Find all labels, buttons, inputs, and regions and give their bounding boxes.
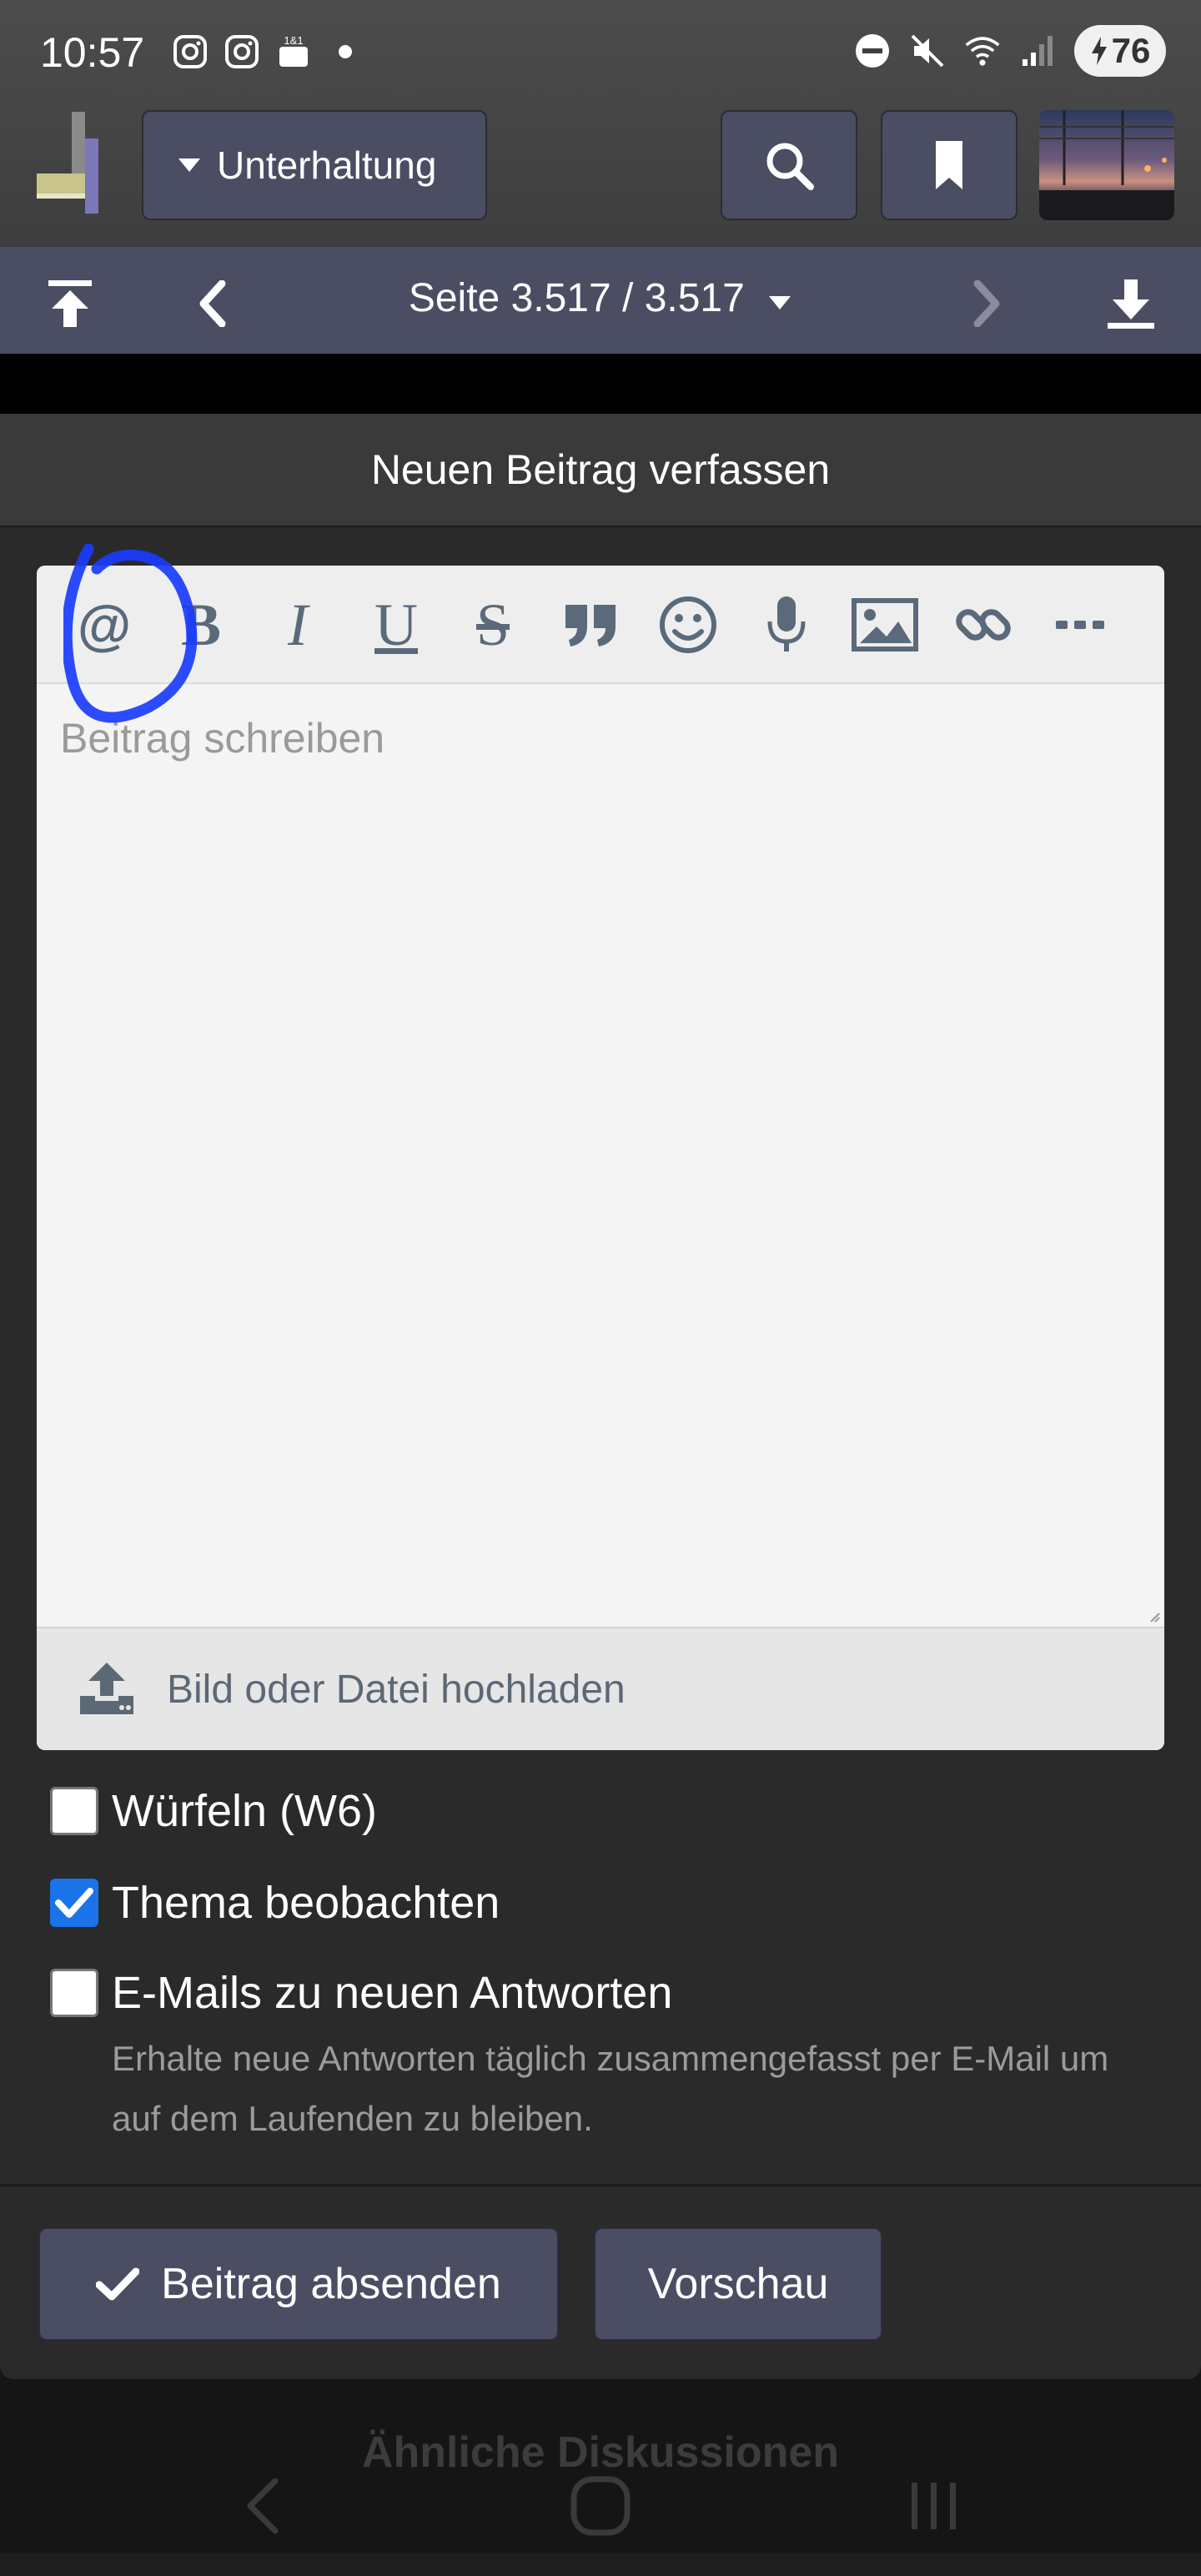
- preview-button[interactable]: Vorschau: [594, 2227, 882, 2341]
- instagram-icon: [172, 33, 209, 70]
- status-time: 10:57: [40, 29, 145, 76]
- divider: [0, 2184, 1201, 2186]
- caret-down-icon: [178, 158, 200, 172]
- compose-title: Neuen Beitrag verfassen: [0, 414, 1201, 527]
- quote-icon: [565, 605, 616, 647]
- provider-1and1-icon: 1&1: [275, 33, 312, 70]
- post-editor: @ B I U S Beitrag schreiben Bild oder Da…: [37, 566, 1164, 1750]
- image-icon: [852, 598, 918, 652]
- upload-icon: [80, 1663, 133, 1714]
- underline-button[interactable]: U: [359, 587, 434, 662]
- caret-down-icon: [769, 296, 791, 309]
- preview-label: Vorschau: [647, 2260, 829, 2308]
- bookmark-icon: [936, 141, 962, 189]
- signal-icon: [1019, 33, 1056, 69]
- download-icon: [1108, 279, 1154, 329]
- option-dice[interactable]: Würfeln (W6): [50, 1785, 377, 1837]
- upload-button[interactable]: Bild oder Datei hochladen: [37, 1627, 1164, 1750]
- dot-icon: [327, 33, 364, 70]
- underline-icon: U: [374, 591, 418, 658]
- resize-handle-icon[interactable]: [1149, 1612, 1161, 1623]
- emoji-button[interactable]: [651, 587, 726, 662]
- forum-logo[interactable]: [35, 108, 108, 217]
- strikethrough-button[interactable]: S: [455, 587, 530, 662]
- bookmark-button[interactable]: [881, 110, 1018, 220]
- search-button[interactable]: [721, 110, 857, 220]
- charging-icon: [1091, 37, 1107, 65]
- strikethrough-icon: S: [475, 591, 510, 658]
- editor-toolbar: @ B I U S: [37, 566, 1164, 684]
- mute-icon: [909, 33, 946, 69]
- back-nav-button[interactable]: [224, 2466, 304, 2546]
- mention-icon: @: [77, 594, 132, 656]
- bottom-list-peek: [0, 2553, 1201, 2576]
- italic-icon: I: [288, 591, 308, 658]
- option-watch[interactable]: Thema beobachten: [50, 1877, 500, 1929]
- image-button[interactable]: [847, 587, 922, 662]
- status-icons-left: 1&1: [172, 33, 364, 70]
- next-page-button[interactable]: [954, 270, 1021, 337]
- submit-label: Beitrag absenden: [161, 2260, 501, 2308]
- check-icon: [55, 1888, 93, 1918]
- spacer: [0, 354, 1201, 414]
- upload-label: Bild oder Datei hochladen: [167, 1667, 626, 1712]
- status-icons-right: 76: [854, 25, 1166, 77]
- textarea-placeholder: Beitrag schreiben: [60, 715, 385, 762]
- bold-button[interactable]: B: [163, 587, 239, 662]
- recents-icon: [912, 2483, 956, 2529]
- submit-post-button[interactable]: Beitrag absenden: [38, 2227, 559, 2341]
- dice-label: Würfeln (W6): [112, 1786, 378, 1836]
- watch-checkbox[interactable]: [50, 1879, 98, 1927]
- option-email[interactable]: E-Mails zu neuen Antworten: [50, 1967, 672, 2019]
- chevron-right-icon: [973, 280, 1000, 327]
- avatar-photo: [1039, 110, 1174, 220]
- more-button[interactable]: [1043, 587, 1118, 662]
- forum-dropdown-button[interactable]: Unterhaltung: [142, 110, 487, 220]
- instagram-icon: [224, 33, 260, 70]
- quote-button[interactable]: [554, 587, 629, 662]
- home-icon: [570, 2476, 631, 2536]
- italic-button[interactable]: I: [260, 587, 335, 662]
- search-icon: [766, 143, 814, 190]
- smiley-icon: [660, 596, 716, 653]
- link-icon: [956, 609, 1011, 641]
- mention-button[interactable]: @: [67, 587, 142, 662]
- recents-nav-button[interactable]: [894, 2466, 974, 2546]
- microphone-icon: [767, 596, 806, 652]
- user-avatar[interactable]: [1039, 110, 1174, 220]
- more-horizontal-icon: [1056, 621, 1104, 629]
- page-label: Seite 3.517 / 3.517: [408, 276, 745, 320]
- back-icon: [247, 2478, 279, 2534]
- last-page-button[interactable]: [1098, 270, 1164, 337]
- wifi-icon: [964, 33, 1001, 69]
- link-button[interactable]: [946, 587, 1021, 662]
- dice-checkbox[interactable]: [50, 1787, 98, 1835]
- home-nav-button[interactable]: [560, 2466, 641, 2546]
- watch-label: Thema beobachten: [112, 1878, 500, 1928]
- email-hint: Erhalte neue Antworten täglich zusammeng…: [112, 2039, 1109, 2138]
- voice-button[interactable]: [749, 587, 824, 662]
- page-selector[interactable]: Seite 3.517 / 3.517: [0, 275, 1201, 321]
- check-icon: [96, 2267, 140, 2301]
- email-label: E-Mails zu neuen Antworten: [112, 1968, 673, 2018]
- forum-label: Unterhaltung: [217, 143, 437, 187]
- dnd-icon: [854, 33, 891, 69]
- svg-text:1&1: 1&1: [284, 34, 303, 47]
- battery-indicator: 76: [1074, 25, 1166, 77]
- email-checkbox[interactable]: [50, 1969, 98, 2017]
- battery-level: 76: [1111, 31, 1151, 70]
- post-textarea[interactable]: Beitrag schreiben: [37, 684, 1164, 1627]
- bold-icon: B: [180, 591, 222, 658]
